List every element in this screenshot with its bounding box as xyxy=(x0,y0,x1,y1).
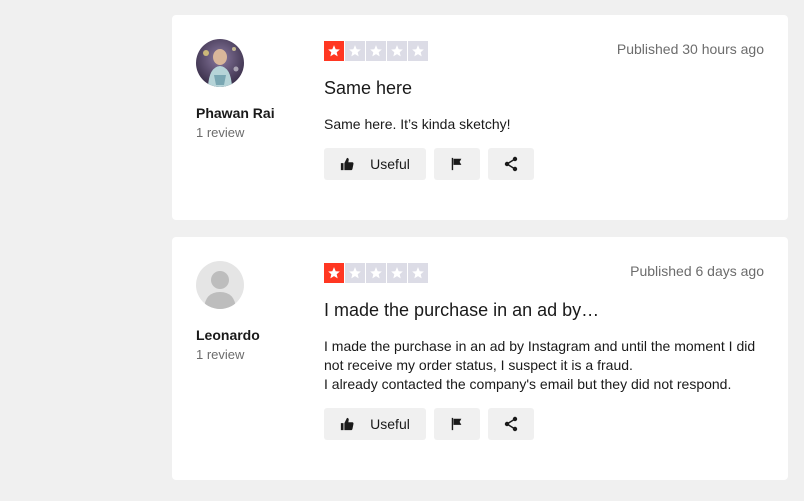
share-button[interactable] xyxy=(488,408,534,440)
review-title[interactable]: Same here xyxy=(324,77,764,99)
review-title[interactable]: I made the purchase in an ad by… xyxy=(324,299,764,321)
useful-label: Useful xyxy=(370,156,410,172)
useful-button[interactable]: Useful xyxy=(324,408,426,440)
published-date: Published 6 days ago xyxy=(630,263,764,279)
useful-button[interactable]: Useful xyxy=(324,148,426,180)
flag-button[interactable] xyxy=(434,408,480,440)
flag-icon xyxy=(450,157,464,171)
review-body-line: not receive my order status, I suspect i… xyxy=(324,357,633,373)
review-body: Same here. It’s kinda sketchy! xyxy=(324,115,764,134)
flag-button[interactable] xyxy=(434,148,480,180)
star-icon xyxy=(345,41,365,61)
review-body-line: I made the purchase in an ad by Instagra… xyxy=(324,338,756,354)
review-actions: Useful xyxy=(324,148,764,180)
star-icon xyxy=(366,41,386,61)
star-icon xyxy=(366,263,386,283)
published-date: Published 30 hours ago xyxy=(616,41,764,57)
user-avatar[interactable] xyxy=(196,39,244,87)
star-icon xyxy=(408,263,428,283)
star-icon xyxy=(324,41,344,61)
flag-icon xyxy=(450,417,464,431)
share-icon xyxy=(503,156,519,172)
author-name[interactable]: Leonardo xyxy=(196,327,306,343)
author-name[interactable]: Phawan Rai xyxy=(196,105,306,121)
review-body-line: I already contacted the company's email … xyxy=(324,376,732,392)
thumbs-up-icon xyxy=(340,417,354,431)
review-card: Phawan Rai 1 review Published 30 hours a… xyxy=(172,15,788,220)
star-icon xyxy=(387,263,407,283)
star-icon xyxy=(408,41,428,61)
review-body: I made the purchase in an ad by Instagra… xyxy=(324,337,764,394)
review-content: Published 6 days ago I made the purchase… xyxy=(324,263,764,440)
star-icon xyxy=(324,263,344,283)
review-content: Published 30 hours ago Same here Same he… xyxy=(324,41,764,180)
review-body-line: Same here. It’s kinda sketchy! xyxy=(324,116,511,132)
share-icon xyxy=(503,416,519,432)
thumbs-up-icon xyxy=(340,157,354,171)
star-icon xyxy=(345,263,365,283)
author-review-count: 1 review xyxy=(196,347,245,362)
review-author: Leonardo 1 review xyxy=(196,261,306,363)
review-card: Leonardo 1 review Published 6 days ago I… xyxy=(172,237,788,480)
user-avatar[interactable] xyxy=(196,261,244,309)
author-review-count: 1 review xyxy=(196,125,245,140)
star-icon xyxy=(387,41,407,61)
share-button[interactable] xyxy=(488,148,534,180)
review-author: Phawan Rai 1 review xyxy=(196,39,306,141)
review-actions: Useful xyxy=(324,408,764,440)
useful-label: Useful xyxy=(370,416,410,432)
